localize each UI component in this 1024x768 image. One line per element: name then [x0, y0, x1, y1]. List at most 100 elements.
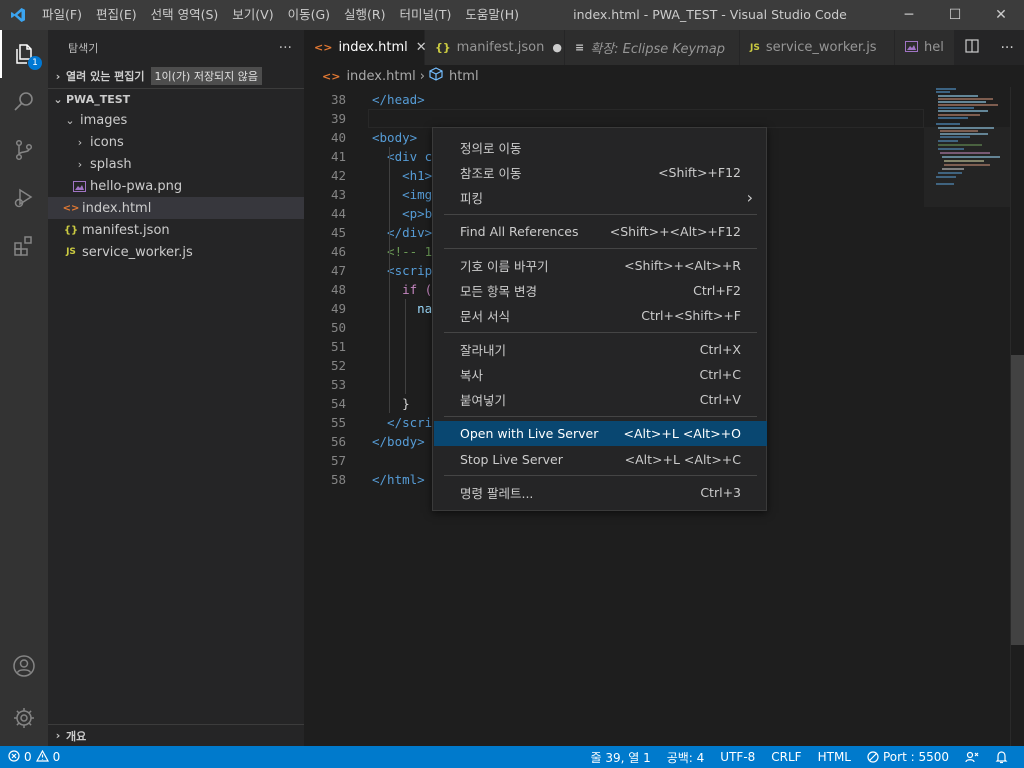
manage-gear-icon[interactable] — [0, 694, 48, 742]
unsaved-dot-icon: ● — [552, 41, 562, 54]
accounts-icon[interactable] — [0, 642, 48, 690]
explorer-badge: 1 — [28, 56, 42, 70]
error-icon — [8, 749, 20, 765]
code-text: <p>b — [372, 206, 433, 221]
live-server-port[interactable]: Port : 5500 — [859, 750, 957, 764]
editor-actions: ··· — [954, 30, 1024, 65]
indentation[interactable]: 공백: 4 — [659, 749, 713, 766]
menu-item-peek[interactable]: 피킹 › — [434, 185, 767, 210]
port-label: Port : 5500 — [883, 750, 949, 764]
file-manifest-json[interactable]: {} manifest.json — [48, 219, 304, 241]
html-file-icon: <> — [62, 202, 80, 214]
code-text: <div c — [372, 149, 433, 164]
menu-item-change-all-occurrences[interactable]: 모든 항목 변경 Ctrl+F2 — [434, 278, 767, 303]
code-line: 39 — [330, 111, 346, 126]
menu-edit[interactable]: 편집(E) — [89, 0, 144, 30]
source-control-icon[interactable] — [0, 126, 48, 174]
minimap[interactable] — [924, 87, 1010, 746]
tab-service-worker-js[interactable]: JS service_worker.js — [740, 30, 895, 65]
image-file-icon — [905, 40, 918, 55]
extensions-icon[interactable] — [0, 222, 48, 270]
menu-item-command-palette[interactable]: 명령 팔레트... Ctrl+3 — [434, 480, 767, 505]
run-debug-icon[interactable] — [0, 174, 48, 222]
search-icon[interactable] — [0, 78, 48, 126]
window-title: index.html - PWA_TEST - Visual Studio Co… — [573, 7, 847, 22]
code-text: <h1> — [372, 168, 433, 183]
menu-view[interactable]: 보기(V) — [225, 0, 280, 30]
feedback-icon[interactable] — [957, 750, 987, 764]
open-editors-section[interactable]: › 열려 있는 편집기 1이(가) 저장되지 않음 — [48, 65, 304, 87]
menu-item-find-all-references[interactable]: Find All References <Shift>+<Alt>+F12 — [434, 219, 767, 244]
menu-bar: 파일(F) 편집(E) 선택 영역(S) 보기(V) 이동(G) 실행(R) 터… — [35, 0, 526, 30]
menu-file[interactable]: 파일(F) — [35, 0, 89, 30]
tab-index-html[interactable]: <> index.html ✕ — [304, 30, 427, 65]
menu-selection[interactable]: 선택 영역(S) — [144, 0, 226, 30]
code-text: <body> — [372, 130, 418, 145]
explorer-icon[interactable]: 1 — [0, 30, 48, 78]
minimize-button[interactable]: ─ — [886, 0, 932, 30]
menu-separator — [444, 416, 757, 417]
js-file-icon: JS — [66, 247, 76, 257]
folder-images[interactable]: ⌄ images — [48, 109, 304, 131]
folder-label: images — [80, 112, 128, 128]
menu-item-go-to-references[interactable]: 참조로 이동 <Shift>+F12 — [434, 160, 767, 185]
code-text: <!-- 1 — [372, 244, 433, 259]
vscode-logo-icon — [0, 0, 35, 30]
file-index-html[interactable]: <> index.html — [48, 197, 304, 219]
chevron-right-icon: › — [77, 135, 83, 149]
tab-hello-pwa[interactable]: hel — [895, 30, 955, 65]
warning-icon — [35, 749, 49, 765]
menu-item-paste[interactable]: 붙여넣기 Ctrl+V — [434, 387, 767, 412]
problems-indicator[interactable]: 0 0 — [8, 746, 60, 768]
menu-item-cut[interactable]: 잘라내기 Ctrl+X — [434, 337, 767, 362]
file-label: service_worker.js — [82, 244, 193, 260]
end-of-line[interactable]: CRLF — [763, 750, 809, 764]
menu-run[interactable]: 실행(R) — [337, 0, 392, 30]
more-editor-actions-icon[interactable]: ··· — [1000, 40, 1013, 56]
menu-item-format-document[interactable]: 문서 서식 Ctrl+<Shift>+F — [434, 303, 767, 328]
folder-splash[interactable]: › splash — [48, 153, 304, 175]
editor-scrollbar[interactable] — [1010, 87, 1024, 746]
json-file-icon: {} — [63, 224, 79, 236]
menu-help[interactable]: 도움말(H) — [458, 0, 526, 30]
file-hello-pwa[interactable]: hello-pwa.png — [48, 175, 304, 197]
folder-icons[interactable]: › icons — [48, 131, 304, 153]
editor-tabs: <> index.html ✕ {} manifest.json ● ≡ 확장:… — [304, 30, 1024, 65]
cursor-position[interactable]: 줄 39, 열 1 — [582, 749, 658, 766]
title-bar: 파일(F) 편집(E) 선택 영역(S) 보기(V) 이동(G) 실행(R) 터… — [0, 0, 1024, 30]
scrollbar-thumb[interactable] — [1011, 355, 1024, 645]
indent-guide — [389, 147, 390, 413]
file-service-worker-js[interactable]: JS service_worker.js — [48, 241, 304, 263]
file-label: hello-pwa.png — [90, 178, 183, 194]
maximize-button[interactable]: ☐ — [932, 0, 978, 30]
language-mode[interactable]: HTML — [810, 750, 859, 764]
project-label: PWA_TEST — [66, 93, 131, 106]
notifications-bell-icon[interactable] — [987, 750, 1016, 764]
tab-extension-eclipse-keymap[interactable]: ≡ 확장: Eclipse Keymap — [565, 30, 740, 65]
split-editor-icon[interactable] — [964, 38, 980, 58]
code-text: } — [372, 396, 410, 411]
menu-item-copy[interactable]: 복사 Ctrl+C — [434, 362, 767, 387]
window-controls: ─ ☐ ✕ — [886, 0, 1024, 30]
menu-go[interactable]: 이동(G) — [281, 0, 337, 30]
breadcrumb-file[interactable]: index.html — [346, 69, 415, 84]
breadcrumb-node[interactable]: html — [449, 69, 479, 84]
activity-bar: 1 — [0, 30, 48, 746]
close-window-button[interactable]: ✕ — [978, 0, 1024, 30]
menu-item-rename-symbol[interactable]: 기호 이름 바꾸기 <Shift>+<Alt>+R — [434, 253, 767, 278]
encoding[interactable]: UTF-8 — [712, 750, 763, 764]
menu-item-open-with-live-server[interactable]: Open with Live Server <Alt>+L <Alt>+O — [434, 421, 767, 446]
more-actions-button[interactable]: ··· — [279, 40, 292, 56]
menu-item-stop-live-server[interactable]: Stop Live Server <Alt>+L <Alt>+C — [434, 447, 767, 472]
unsaved-count-badge: 1이(가) 저장되지 않음 — [150, 67, 263, 85]
outline-section[interactable]: › 개요 — [48, 724, 304, 746]
menu-item-go-to-definition[interactable]: 정의로 이동 — [434, 135, 767, 160]
indent-guide — [405, 299, 406, 394]
project-section[interactable]: ⌄ PWA_TEST — [48, 88, 304, 110]
html-file-icon: <> — [314, 41, 333, 54]
tab-label: 확장: Eclipse Keymap — [590, 42, 726, 57]
no-entry-icon — [867, 751, 879, 763]
menu-terminal[interactable]: 터미널(T) — [393, 0, 459, 30]
chevron-right-icon: › — [746, 188, 753, 207]
tab-manifest-json[interactable]: {} manifest.json ● — [425, 30, 565, 65]
